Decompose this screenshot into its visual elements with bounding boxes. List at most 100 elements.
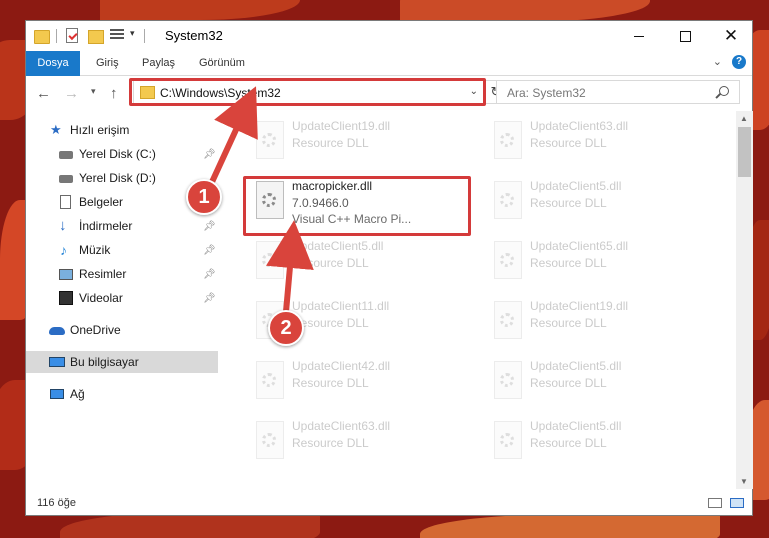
scroll-up-arrow-icon[interactable]: ▲	[740, 114, 748, 123]
recent-locations-chevron-icon[interactable]: ▾	[91, 86, 96, 97]
sidebar-item-label: Yerel Disk (C:)	[79, 147, 156, 161]
details-view-icon[interactable]	[708, 498, 722, 508]
sidebar-item-local-disk-c[interactable]: Yerel Disk (C:) 📌︎	[26, 143, 218, 165]
sidebar-item-this-pc[interactable]: Bu bilgisayar	[26, 351, 218, 373]
list-item[interactable]: UpdateClient5.dll Resource DLL	[482, 415, 714, 471]
dll-file-icon	[492, 121, 524, 161]
tab-view[interactable]: Görünüm	[189, 51, 255, 75]
step-2-badge: 2	[268, 310, 304, 346]
onedrive-cloud-icon	[49, 327, 65, 335]
step-1-badge: 1	[186, 179, 222, 215]
vertical-scrollbar[interactable]: ▲ ▼	[736, 111, 753, 489]
sidebar-item-downloads[interactable]: ↓ İndirmeler 📌︎	[26, 215, 218, 237]
sidebar-item-label: İndirmeler	[79, 219, 133, 233]
forward-arrow-icon[interactable]: →	[64, 85, 79, 102]
list-item[interactable]: UpdateClient42.dll Resource DLL	[244, 355, 476, 411]
dll-file-icon	[492, 361, 524, 401]
list-item[interactable]: UpdateClient5.dll Resource DLL	[244, 235, 476, 291]
pin-icon[interactable]: 📌︎	[203, 216, 216, 238]
file-type: Resource DLL	[530, 136, 607, 150]
sidebar-item-videos[interactable]: Videolar 📌︎	[26, 287, 218, 309]
list-item[interactable]: UpdateClient5.dll Resource DLL	[482, 355, 714, 411]
dll-file-icon	[254, 181, 286, 221]
sidebar-item-pictures[interactable]: Resimler 📌︎	[26, 263, 218, 285]
list-item[interactable]: UpdateClient65.dll Resource DLL	[482, 235, 714, 291]
view-options-icon[interactable]	[110, 29, 124, 42]
file-version: 7.0.9466.0	[292, 196, 349, 210]
sidebar-item-label: Ağ	[70, 387, 85, 401]
sidebar-item-label: Videolar	[79, 291, 123, 305]
file-name: UpdateClient5.dll	[530, 179, 622, 193]
item-count: 116 öğe	[37, 497, 76, 509]
sidebar-item-label: Yerel Disk (D:)	[79, 171, 156, 185]
disk-icon	[59, 151, 73, 159]
list-item[interactable]: UpdateClient63.dll Resource DLL	[244, 415, 476, 471]
search-input[interactable]: Ara: System32	[496, 80, 740, 104]
file-type: Resource DLL	[530, 376, 607, 390]
sidebar-item-label: Bu bilgisayar	[70, 355, 139, 369]
file-type: Resource DLL	[292, 256, 369, 270]
dll-file-icon	[492, 301, 524, 341]
dll-file-icon	[254, 421, 286, 461]
sidebar-item-onedrive[interactable]: OneDrive	[26, 319, 218, 341]
customize-toolbar-chevron-icon[interactable]: ▾	[130, 28, 135, 44]
star-icon: ★	[50, 122, 62, 137]
sidebar-item-network[interactable]: Ağ	[26, 383, 218, 405]
videos-icon	[59, 291, 73, 305]
file-type: Resource DLL	[530, 196, 607, 210]
scrollbar-thumb[interactable]	[738, 127, 751, 177]
large-icons-view-icon[interactable]	[730, 498, 744, 508]
title-bar: ▾ System32 ✕	[26, 21, 752, 51]
sidebar-item-music[interactable]: ♪ Müzik 📌︎	[26, 239, 218, 261]
navigation-pane: ★ Hızlı erişim Yerel Disk (C:) 📌︎ Yerel …	[26, 111, 220, 491]
disk-icon	[59, 175, 73, 183]
dll-file-icon	[492, 181, 524, 221]
address-history-chevron-icon[interactable]: ⌄	[470, 86, 478, 97]
tab-home[interactable]: Giriş	[86, 51, 129, 75]
download-icon: ↓	[59, 217, 67, 234]
toolbar-divider	[144, 29, 145, 43]
sidebar-item-quick-access[interactable]: ★ Hızlı erişim	[26, 119, 218, 141]
maximize-button[interactable]	[662, 21, 708, 51]
scroll-down-arrow-icon[interactable]: ▼	[740, 477, 748, 486]
pictures-icon	[59, 269, 73, 280]
address-bar[interactable]: C:\Windows\System32 ⌄	[133, 80, 485, 104]
pin-icon[interactable]: 📌︎	[203, 288, 216, 310]
expand-ribbon-chevron-icon[interactable]: ⌄	[713, 55, 722, 68]
network-icon	[50, 389, 64, 399]
file-type: Resource DLL	[530, 316, 607, 330]
status-bar: 116 öğe	[26, 491, 752, 515]
search-placeholder: Ara: System32	[507, 86, 586, 100]
sidebar-item-label: Resimler	[79, 267, 127, 281]
list-item-macropicker[interactable]: macropicker.dll 7.0.9466.0 Visual C++ Ma…	[244, 175, 476, 231]
close-icon: ✕	[723, 26, 739, 45]
documents-icon	[60, 195, 71, 209]
properties-icon[interactable]	[66, 28, 78, 43]
file-name: macropicker.dll	[292, 179, 373, 193]
address-path[interactable]: C:\Windows\System32	[160, 86, 281, 100]
dll-file-icon	[254, 241, 286, 281]
list-item[interactable]: UpdateClient5.dll Resource DLL	[482, 175, 714, 231]
list-item[interactable]: UpdateClient19.dll Resource DLL	[244, 115, 476, 171]
help-icon[interactable]: ?	[732, 55, 746, 69]
file-name: UpdateClient5.dll	[530, 359, 622, 373]
file-description: Visual C++ Macro Pi...	[292, 212, 412, 226]
pin-icon[interactable]: 📌︎	[203, 264, 216, 286]
explorer-window: ▾ System32 ✕ Dosya Giriş Paylaş Görünüm …	[25, 20, 753, 516]
file-type: Resource DLL	[530, 436, 607, 450]
minimize-button[interactable]	[616, 21, 662, 51]
pin-icon[interactable]: 📌︎	[203, 144, 216, 166]
up-arrow-icon[interactable]: ↑	[110, 85, 118, 102]
back-arrow-icon[interactable]: ←	[36, 85, 51, 102]
list-item[interactable]: UpdateClient19.dll Resource DLL	[482, 295, 714, 351]
music-icon: ♪	[60, 242, 67, 258]
file-list: UpdateClient19.dll Resource DLL macropic…	[222, 111, 738, 489]
file-type: Resource DLL	[530, 256, 607, 270]
new-folder-icon[interactable]	[88, 30, 104, 44]
close-button[interactable]: ✕	[708, 21, 754, 51]
list-item[interactable]: UpdateClient63.dll Resource DLL	[482, 115, 714, 171]
pin-icon[interactable]: 📌︎	[203, 240, 216, 262]
sidebar-item-label: Hızlı erişim	[70, 123, 130, 137]
file-name: UpdateClient63.dll	[530, 119, 629, 133]
tab-share[interactable]: Paylaş	[132, 51, 185, 75]
